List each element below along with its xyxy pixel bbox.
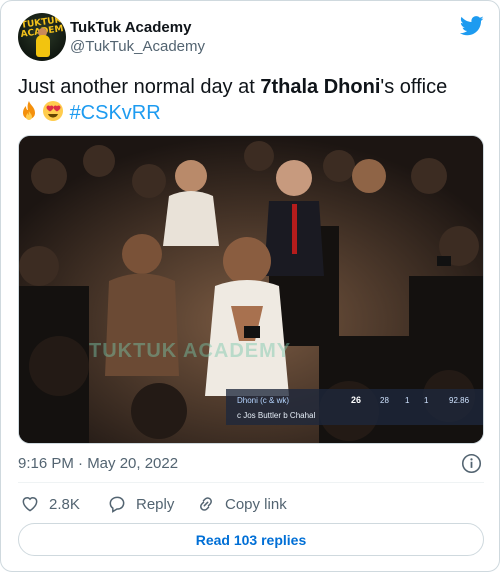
read-replies-button[interactable]: Read 103 replies — [18, 523, 484, 556]
display-name[interactable]: TukTuk Academy — [70, 18, 205, 37]
user-handle[interactable]: @TukTuk_Academy — [70, 37, 205, 57]
link-icon — [200, 497, 212, 511]
reply-bubble-icon — [109, 496, 125, 513]
scorecard-sixes: 1 — [424, 396, 429, 405]
copy-link-button[interactable]: Copy link — [196, 492, 287, 516]
scorecard-overlay: Dhoni (c & wk) 26 28 1 1 92.86 c Jos But… — [226, 389, 483, 425]
tweet-text: Just another normal day at 7thala Dhoni'… — [18, 74, 484, 126]
tweet-text-prefix: Just another normal day at — [18, 76, 261, 98]
reply-label: Reply — [136, 495, 175, 513]
info-icon[interactable] — [461, 453, 482, 474]
like-button[interactable]: 2.8K — [20, 492, 80, 516]
tweet-text-suffix: 's office — [380, 76, 448, 98]
heart-eyes-emoji-icon — [43, 101, 63, 121]
scorecard-runs: 26 — [351, 395, 362, 405]
tweet-actions: 2.8K Reply Copy link — [18, 492, 484, 516]
avatar[interactable]: TUKTUKACADEMY — [18, 13, 66, 61]
tweet-media-photo[interactable]: TUKTUK ACADEMY Dhoni (c & wk) 26 28 1 1 … — [18, 135, 484, 444]
avatar-figure — [36, 35, 50, 57]
copy-link-label: Copy link — [225, 495, 287, 513]
scorecard-batter: Dhoni (c & wk) — [237, 396, 290, 405]
like-count: 2.8K — [49, 495, 80, 513]
reply-button[interactable]: Reply — [107, 492, 174, 516]
scorecard-balls: 28 — [380, 396, 389, 405]
heart-icon — [22, 497, 38, 512]
tweet-text-bold: 7thala Dhoni — [260, 76, 381, 98]
twitter-bird-icon[interactable] — [460, 16, 484, 36]
fire-emoji-icon — [23, 101, 35, 120]
author-names: TukTuk Academy @TukTuk_Academy — [70, 18, 205, 57]
photo-watermark: TUKTUK ACADEMY — [89, 340, 292, 362]
tweet-card: TUKTUKACADEMY TukTuk Academy @TukTuk_Aca… — [0, 0, 500, 572]
tweet-header: TUKTUKACADEMY TukTuk Academy @TukTuk_Aca… — [18, 13, 484, 65]
tweet-timestamp[interactable]: 9:16 PM · May 20, 2022 — [18, 454, 178, 474]
scorecard-fours: 1 — [405, 396, 410, 405]
hashtag-link[interactable]: #CSKvRR — [70, 102, 161, 124]
scorecard-strike-rate: 92.86 — [449, 396, 470, 405]
divider — [18, 482, 484, 483]
scorecard-dismissal: c Jos Buttler b Chahal — [237, 411, 316, 420]
